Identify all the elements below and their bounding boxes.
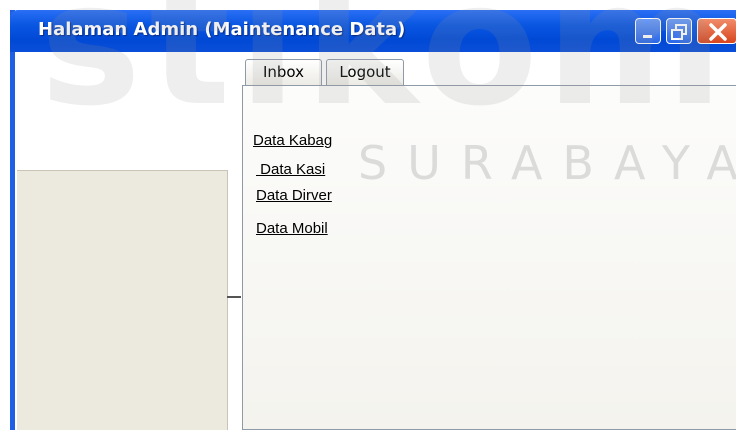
minimize-button[interactable] [635, 18, 661, 44]
left-panel [17, 170, 228, 430]
page: Halaman Admin (Maintenance Data) Inbox L… [0, 0, 736, 436]
link-data-dirver[interactable]: Data Dirver [256, 187, 332, 204]
admin-window: Halaman Admin (Maintenance Data) Inbox L… [10, 10, 736, 430]
link-data-kasi[interactable]: Data Kasi [256, 161, 325, 178]
divider-line [227, 296, 241, 298]
minimize-icon [643, 35, 652, 38]
link-data-mobil[interactable]: Data Mobil [256, 220, 328, 237]
content-panel: Data Kabag Data Kasi Data Dirver Data Mo… [242, 85, 736, 430]
restore-icon [671, 24, 687, 40]
tab-inbox[interactable]: Inbox [245, 59, 322, 85]
close-button[interactable] [697, 18, 736, 44]
close-icon [709, 23, 727, 41]
tab-logout[interactable]: Logout [326, 59, 404, 85]
title-bar[interactable]: Halaman Admin (Maintenance Data) [10, 10, 736, 52]
window-title: Halaman Admin (Maintenance Data) [38, 19, 406, 40]
link-data-kabag[interactable]: Data Kabag [253, 132, 332, 149]
maximize-button[interactable] [666, 18, 692, 44]
